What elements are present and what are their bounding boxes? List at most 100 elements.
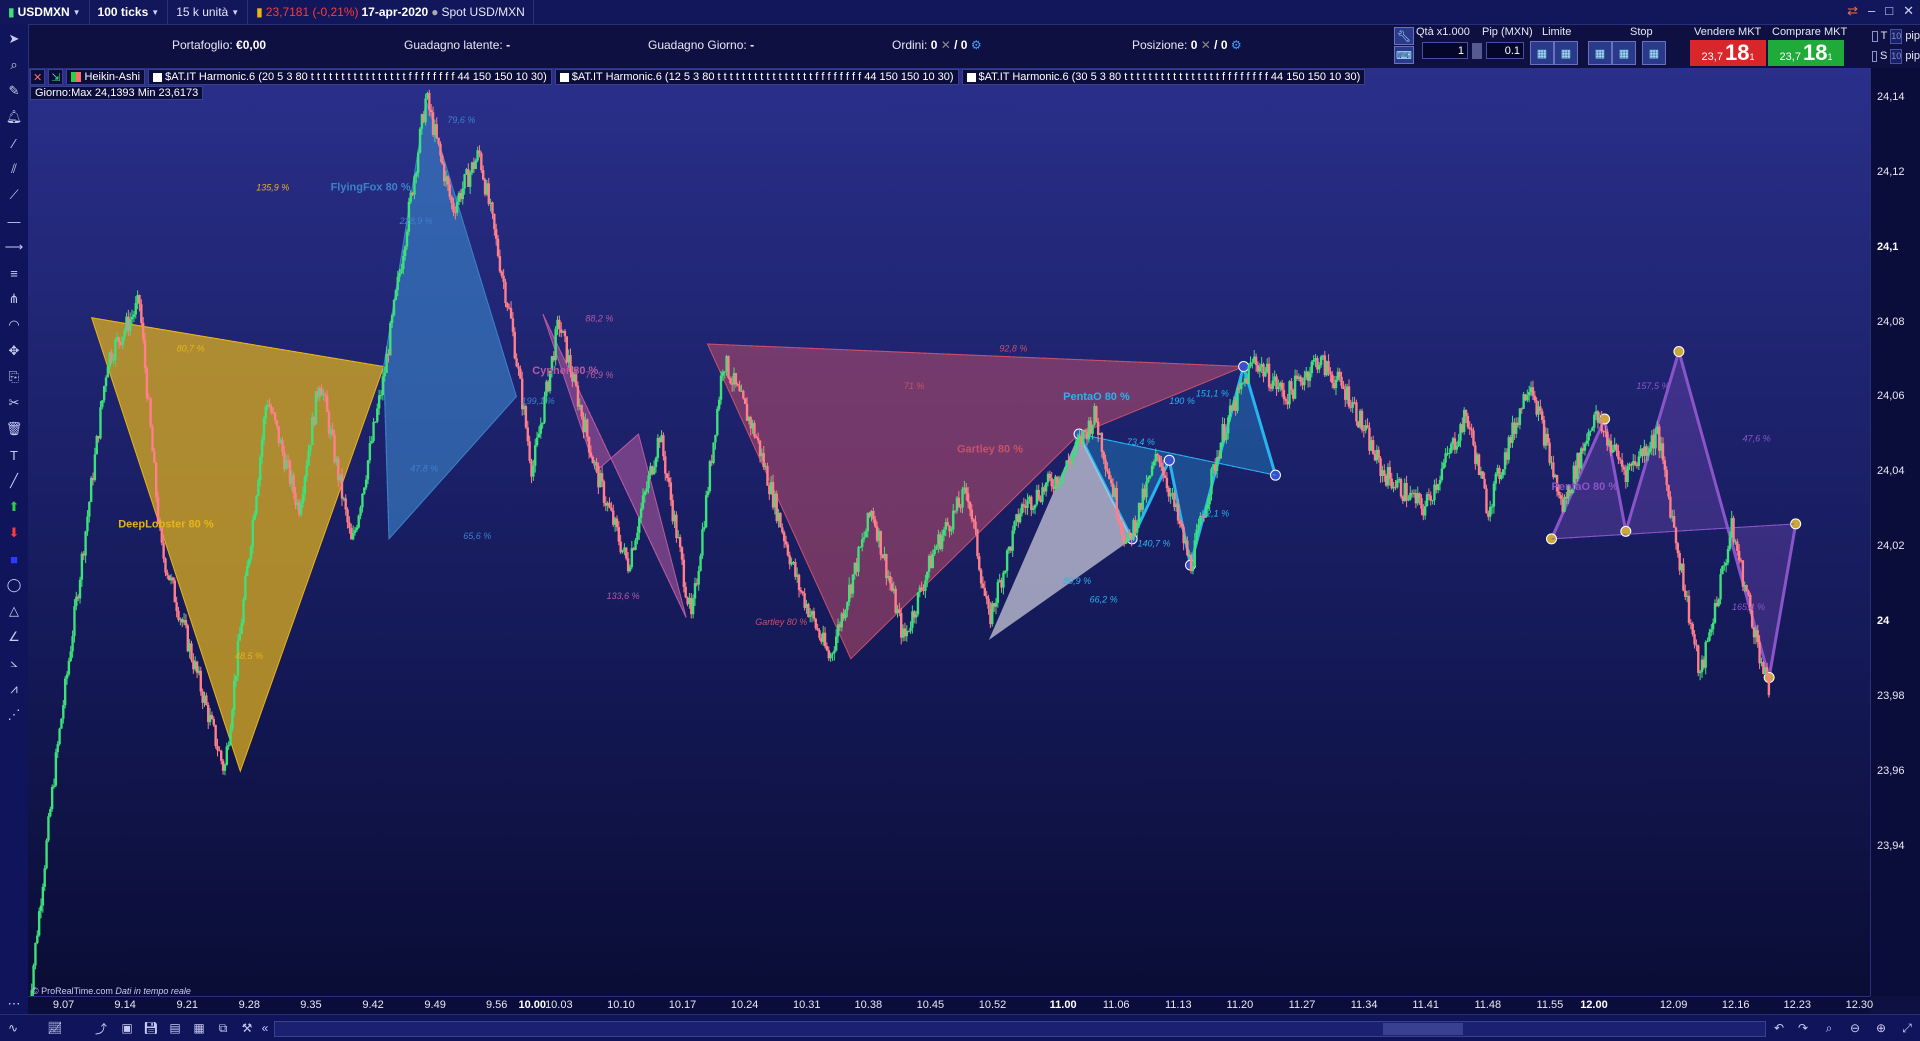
channel-icon[interactable]: ⫽: [4, 159, 24, 179]
ellipse-icon[interactable]: ◯: [4, 575, 24, 595]
arrow-up-icon[interactable]: ⬆: [4, 497, 24, 517]
move-icon[interactable]: ✥: [4, 341, 24, 361]
sell-limit-icon[interactable]: ▦: [1554, 41, 1578, 65]
candle-body: [610, 507, 613, 511]
buy-limit-icon[interactable]: ▦: [1530, 41, 1554, 65]
minimize-icon[interactable]: –: [1868, 3, 1875, 19]
segment-icon[interactable]: ⟋: [4, 185, 24, 205]
price-chart[interactable]: DeepLobster 80 % 80,7 % 48,5 % 135,9 % Flyin…: [28, 68, 1870, 996]
tp-checkbox[interactable]: [1872, 30, 1878, 42]
sl-checkbox[interactable]: [1872, 50, 1877, 62]
trendline-icon[interactable]: ∕: [4, 133, 24, 153]
horizontal-line-icon[interactable]: —: [4, 211, 24, 231]
line-icon[interactable]: ╱: [4, 471, 24, 491]
arc-icon[interactable]: ◠: [4, 315, 24, 335]
text-icon[interactable]: T: [4, 445, 24, 465]
settings-icon[interactable]: ⚙: [1231, 38, 1242, 52]
close-icon[interactable]: ✕: [1201, 38, 1211, 52]
candle-body: [1061, 472, 1065, 482]
symbol-selector[interactable]: ▮ USDMXN ▼: [0, 0, 90, 24]
undo-icon[interactable]: ↶: [1770, 1019, 1788, 1037]
buy-market-button[interactable]: 23,7 18 1: [1768, 40, 1844, 66]
buy-stop-icon[interactable]: ▦: [1588, 41, 1612, 65]
candle-body: [1160, 462, 1163, 467]
candle-body: [797, 574, 801, 591]
indicator-harmonic-2[interactable]: $AT.IT Harmonic.6 (12 5 3 80 t t t t t t…: [554, 69, 959, 85]
arrow-down-icon[interactable]: ⬇: [4, 523, 24, 543]
qty-input[interactable]: [1422, 42, 1468, 59]
rectangle-icon[interactable]: ■: [4, 549, 24, 569]
candle-body: [1449, 443, 1453, 454]
tools-icon[interactable]: ✂: [4, 393, 24, 413]
ray-icon[interactable]: ⟶: [4, 237, 24, 257]
candle-body: [448, 184, 451, 197]
indicator-harmonic-1[interactable]: $AT.IT Harmonic.6 (20 5 3 80 t t t t t t…: [148, 69, 552, 85]
layout-icon[interactable]: ▣: [118, 1019, 136, 1037]
candle-body: [1147, 477, 1150, 482]
more-icon[interactable]: ⋯: [4, 994, 24, 1014]
time-scrollbar[interactable]: [274, 1021, 1766, 1037]
angle-icon[interactable]: ∠: [4, 627, 24, 647]
keyboard-icon[interactable]: ⌨: [1394, 46, 1414, 64]
pattern-ratio-label: Gartley 80 %: [755, 617, 807, 627]
candle-body: [324, 394, 327, 396]
stop-order-icon[interactable]: ▦: [1642, 41, 1666, 65]
sell-stop-icon[interactable]: ▦: [1612, 41, 1636, 65]
candle-body: [1490, 506, 1494, 508]
candle-body: [102, 386, 106, 401]
price-tick-label: 24,04: [1877, 465, 1905, 478]
candle-body: [976, 529, 979, 557]
maximize-icon[interactable]: □: [1885, 3, 1893, 19]
indicator-heikin-ashi[interactable]: Heikin-Ashi: [66, 69, 146, 85]
triangle-icon[interactable]: △: [4, 601, 24, 621]
zoom-out-icon[interactable]: ⊖: [1846, 1019, 1864, 1037]
ticks-selector[interactable]: 100 ticks ▼: [90, 0, 169, 24]
expand-indicator-icon[interactable]: ⇲: [48, 69, 64, 85]
wrench-icon[interactable]: 🔧︎: [1394, 27, 1414, 45]
candle-body: [1548, 442, 1551, 463]
alarm-icon[interactable]: 🔔︎: [4, 107, 24, 127]
candle-body: [933, 549, 936, 555]
settings-icon[interactable]: ⚙: [971, 38, 982, 52]
close-indicator-icon[interactable]: ✕: [30, 69, 46, 85]
regression-icon[interactable]: ⩘: [4, 679, 24, 699]
grid-icon[interactable]: ▦: [190, 1019, 208, 1037]
zoom-fit-icon[interactable]: ⌕: [1820, 1019, 1838, 1037]
close-icon[interactable]: ✕: [941, 38, 951, 52]
pitchfork-icon[interactable]: ⋔: [4, 289, 24, 309]
zoom-icon[interactable]: ⌕: [4, 55, 24, 75]
gann-icon[interactable]: ⋰: [4, 705, 24, 725]
pencil-icon[interactable]: ✎: [4, 81, 24, 101]
copy-icon[interactable]: ⎘: [4, 367, 24, 387]
price-axis[interactable]: 24,14 24,12 24,1 24,08 24,06 24,04 24,02 24 23,9…: [1870, 68, 1920, 996]
cursor-icon[interactable]: ➤: [4, 29, 24, 49]
candle-body: [223, 764, 227, 771]
window-icon[interactable]: ⧉: [214, 1019, 232, 1037]
save-icon[interactable]: 💾︎: [142, 1019, 160, 1037]
candle-body: [743, 398, 747, 404]
candle-body: [220, 750, 223, 761]
indicator-menu-icon[interactable]: ∿: [4, 1019, 22, 1037]
reset-zoom-icon[interactable]: ⤢: [1898, 1019, 1916, 1037]
pip-input[interactable]: [1486, 42, 1524, 59]
trash-icon[interactable]: 🗑︎: [4, 419, 24, 439]
candle-body: [859, 546, 862, 548]
sell-market-button[interactable]: 23,7 18 1: [1690, 40, 1766, 66]
units-selector[interactable]: 15 k unità ▼: [168, 0, 249, 24]
scroll-left-icon[interactable]: «: [256, 1019, 274, 1037]
tools-icon[interactable]: ⚒: [238, 1019, 256, 1037]
qty-stepper[interactable]: [1472, 43, 1482, 59]
share-icon[interactable]: ⤴: [92, 1019, 110, 1037]
indicator-harmonic-3[interactable]: $AT.IT Harmonic.6 (30 5 3 80 t t t t t t…: [961, 69, 1366, 85]
table-icon[interactable]: ▤: [166, 1019, 184, 1037]
time-axis[interactable]: 9.07 9.14 9.21 9.28 9.35 9.42 9.49 9.56 10.00 10.…: [28, 996, 1873, 1015]
zoom-in-icon[interactable]: ⊕: [1872, 1019, 1890, 1037]
scrollbar-thumb[interactable]: [1383, 1023, 1463, 1035]
chart-type-icon[interactable]: 📈︎: [46, 1019, 64, 1037]
redo-icon[interactable]: ↷: [1794, 1019, 1812, 1037]
close-icon[interactable]: ✕: [1903, 3, 1914, 19]
angle-measure-icon[interactable]: ⦣: [4, 653, 24, 673]
candle-body: [333, 434, 336, 463]
fibonacci-icon[interactable]: ≡: [4, 263, 24, 283]
link-icon[interactable]: ⇄: [1847, 3, 1858, 19]
